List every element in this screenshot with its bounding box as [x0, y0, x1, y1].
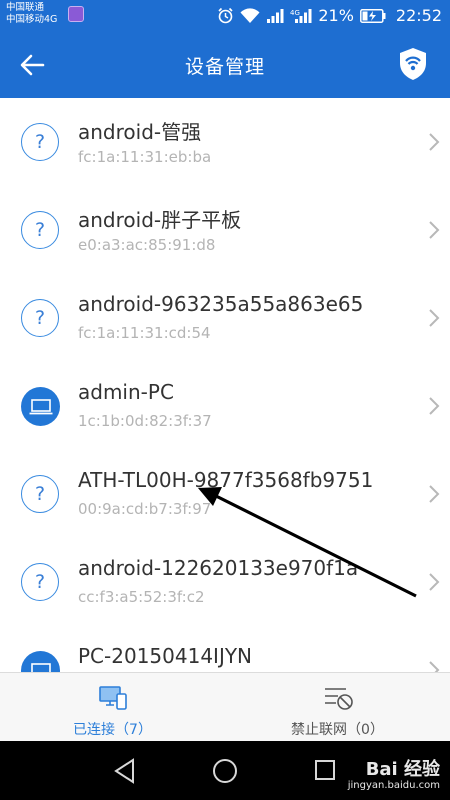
signal-4g-icon: 4G: [290, 8, 312, 23]
unknown-device-icon: ?: [21, 299, 59, 337]
device-name: android-胖子平板: [78, 208, 242, 232]
bottom-tab-bar: 已连接（7） 禁止联网（0）: [0, 672, 450, 742]
watermark-brand: Bai 经验: [365, 759, 440, 780]
chevron-right-icon: [429, 573, 440, 591]
signal-icon: [267, 8, 284, 23]
device-name: PC-20150414IJYN: [78, 644, 253, 668]
carrier-primary: 中国联通: [6, 2, 45, 13]
devices-icon: [98, 686, 127, 710]
wifi-shield-icon[interactable]: [398, 46, 428, 82]
device-mac: fc:1a:11:31:cd:54: [78, 324, 211, 342]
tab-connected-label: 已连接（7）: [73, 722, 152, 738]
unknown-device-icon: ?: [21, 211, 59, 249]
wifi-icon: [240, 7, 260, 23]
device-row[interactable]: ? android-963235a55a863e65 fc:1a:11:31:c…: [0, 274, 450, 363]
device-name: android-122620133e970f1a: [78, 556, 359, 580]
tab-blocked[interactable]: 禁止联网（0）: [225, 673, 450, 742]
chevron-right-icon: [429, 485, 440, 503]
device-row[interactable]: ? android-管强 fc:1a:11:31:eb:ba: [0, 98, 450, 187]
device-row[interactable]: ? android-胖子平板 e0:a3:ac:85:91:d8: [0, 186, 450, 275]
tab-blocked-label: 禁止联网（0）: [291, 722, 384, 738]
battery-charging-icon: [359, 8, 386, 23]
status-icons: 4G 21% 22:52: [217, 6, 442, 25]
nav-recents-icon[interactable]: [314, 759, 336, 781]
laptop-icon: [21, 651, 60, 672]
device-mac: 1c:1b:0d:82:3f:37: [78, 412, 212, 430]
device-row[interactable]: admin-PC 1c:1b:0d:82:3f:37: [0, 362, 450, 451]
device-list: ? android-管强 fc:1a:11:31:eb:ba ? android…: [0, 98, 450, 672]
unknown-device-icon: ?: [21, 475, 59, 513]
chevron-right-icon: [429, 661, 440, 672]
watermark-site: jingyan.baidu.com: [347, 780, 440, 791]
carrier-secondary: 中国移动4G: [6, 14, 58, 25]
carrier-info: 中国联通 中国移动4G: [6, 2, 57, 26]
nav-home-icon[interactable]: [212, 758, 238, 784]
unknown-device-icon: ?: [21, 123, 59, 161]
device-row[interactable]: PC-20150414IJYN: [0, 626, 450, 672]
chevron-right-icon: [429, 133, 440, 151]
status-bar: 中国联通 中国移动4G 4G 21% 22:52: [0, 0, 450, 32]
notification-app-icon: [68, 6, 84, 22]
device-mac: cc:f3:a5:52:3f:c2: [78, 588, 205, 606]
device-name: admin-PC: [78, 380, 174, 404]
device-row[interactable]: ? ATH-TL00H-9877f3568fb9751 00:9a:cd:b7:…: [0, 450, 450, 539]
watermark: Bai 经验 jingyan.baidu.com: [347, 759, 440, 794]
device-row[interactable]: ? android-122620133e970f1a cc:f3:a5:52:3…: [0, 538, 450, 627]
nav-back-icon[interactable]: [113, 758, 137, 784]
unknown-device-icon: ?: [21, 563, 59, 601]
system-nav-bar: Bai 经验 jingyan.baidu.com: [0, 741, 450, 800]
chevron-right-icon: [429, 397, 440, 415]
chevron-right-icon: [429, 309, 440, 327]
blocked-list-icon: [324, 688, 353, 710]
laptop-icon: [21, 387, 60, 426]
app-header: 设备管理: [0, 32, 450, 98]
chevron-right-icon: [429, 221, 440, 239]
network-badge: 4G: [290, 9, 300, 17]
alarm-icon: [218, 7, 233, 24]
device-mac: e0:a3:ac:85:91:d8: [78, 236, 216, 254]
device-mac: 00:9a:cd:b7:3f:97: [78, 500, 212, 518]
device-name: android-管强: [78, 120, 202, 144]
device-name: ATH-TL00H-9877f3568fb9751: [78, 468, 374, 492]
page-title: 设备管理: [184, 56, 265, 78]
device-mac: fc:1a:11:31:eb:ba: [78, 148, 212, 166]
device-name: android-963235a55a863e65: [78, 292, 364, 316]
tab-connected[interactable]: 已连接（7）: [0, 673, 225, 742]
battery-percent: 21%: [318, 6, 354, 25]
clock: 22:52: [395, 6, 442, 25]
